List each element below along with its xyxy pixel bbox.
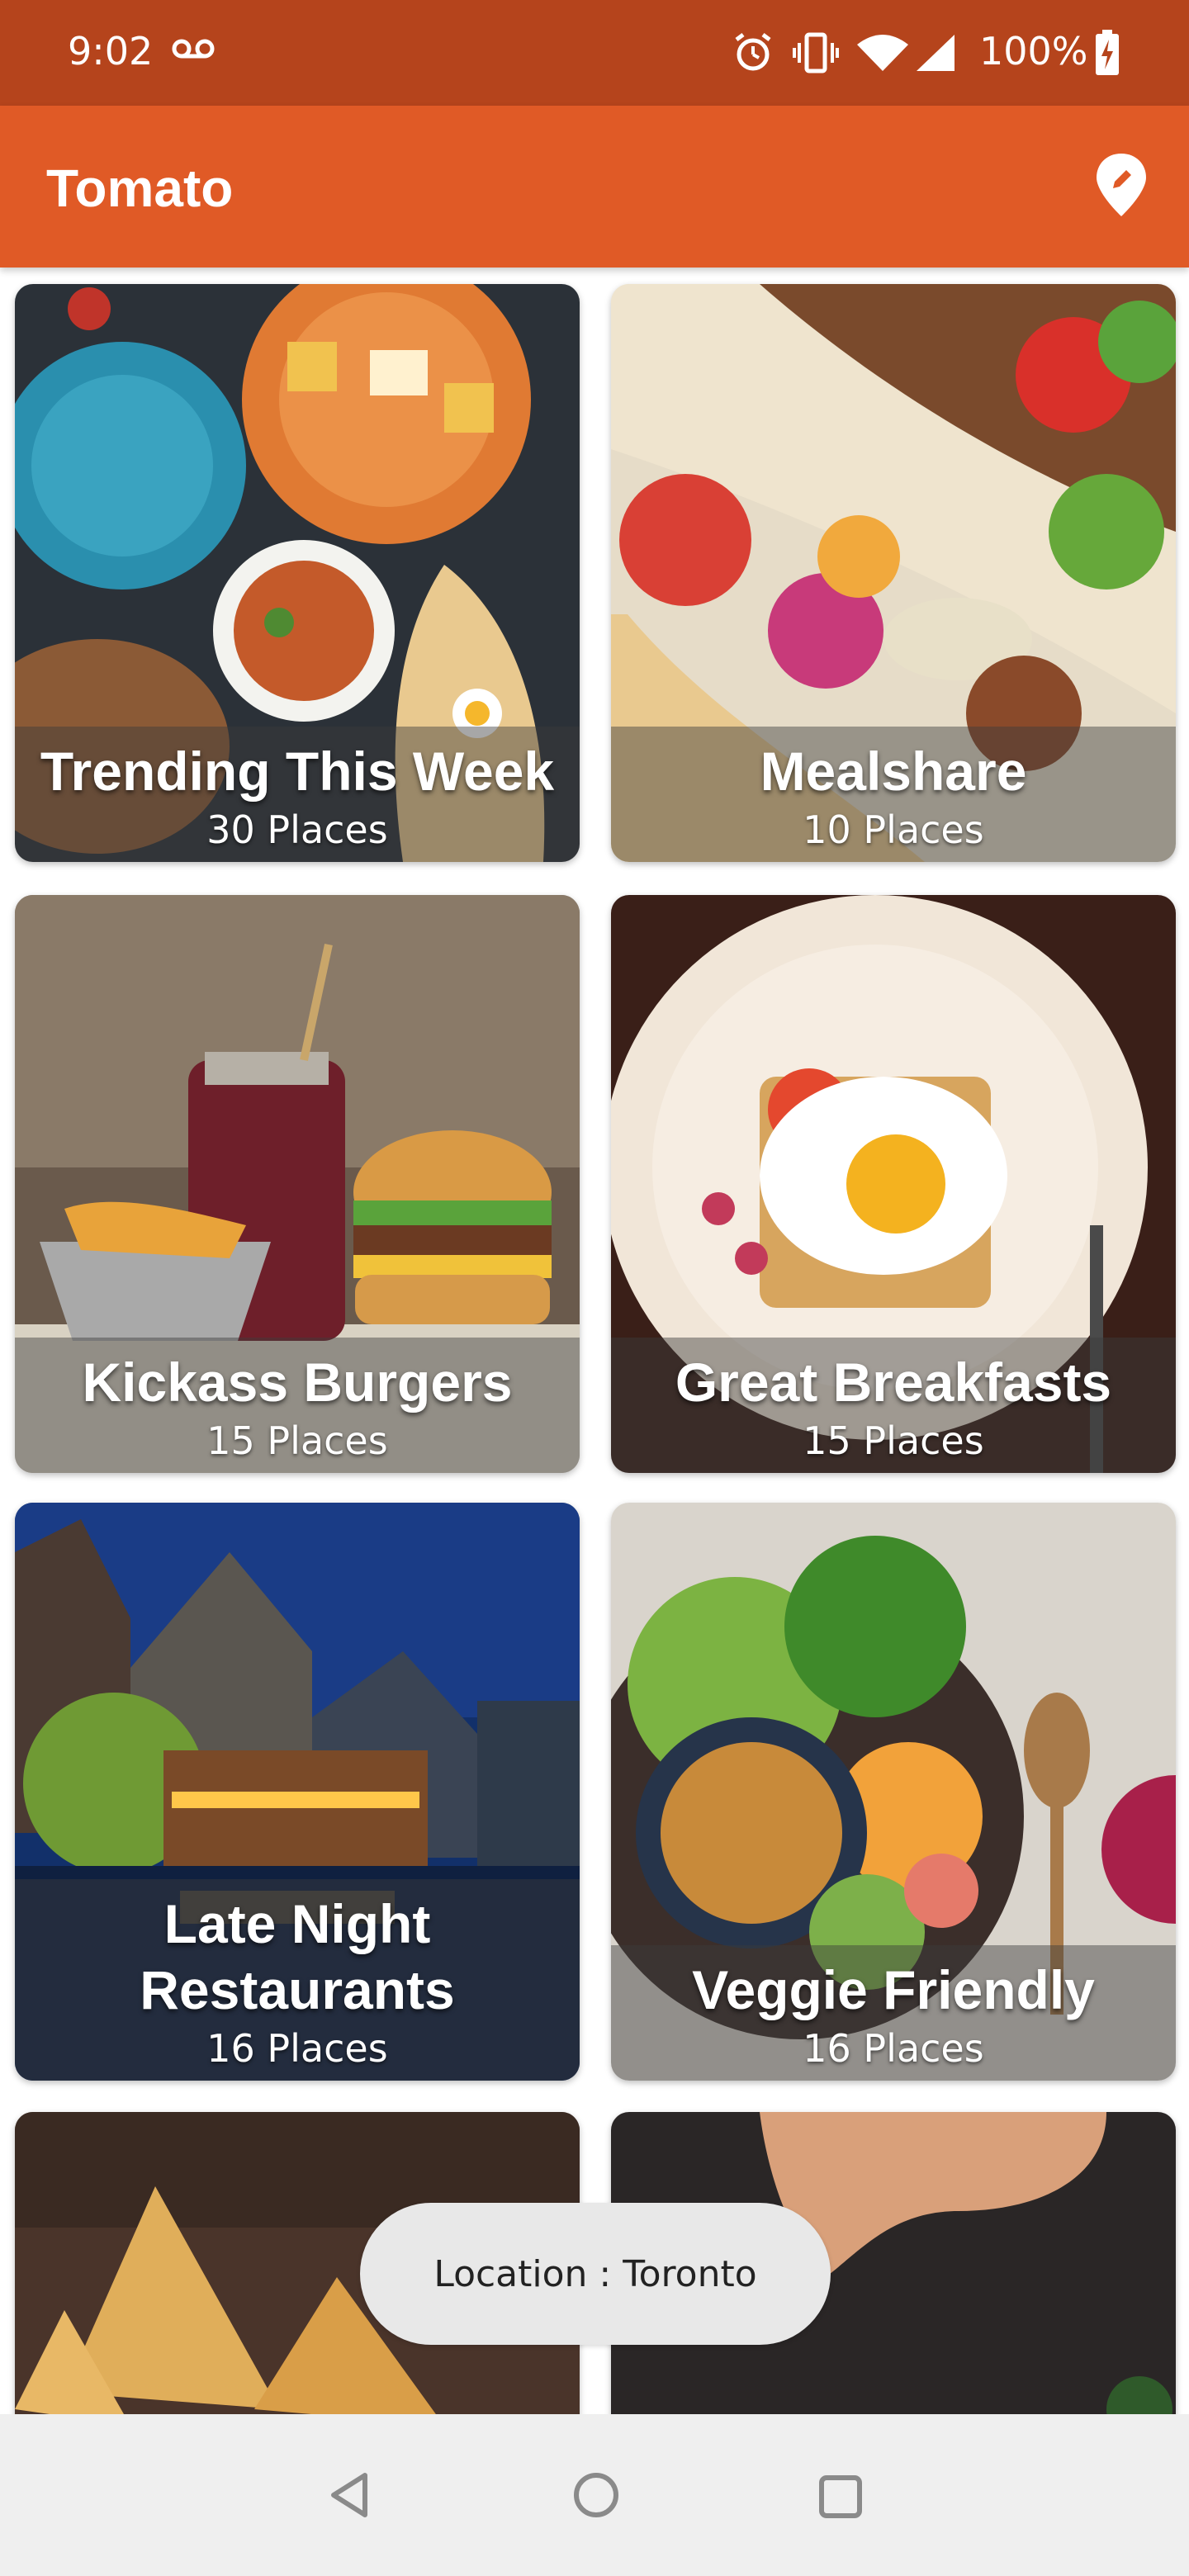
signal-icon [915,33,956,76]
collection-count: 15 Places [206,1418,388,1463]
status-bar: 9:02 100% [0,0,1189,106]
collection-caption: Mealshare 10 Places [611,727,1176,862]
app-bar: Tomato [0,106,1189,268]
collection-caption: Great Breakfasts 15 Places [611,1338,1176,1473]
collection-caption: Late Night Restaurants 16 Places [15,1879,580,2081]
collection-title: Late Night Restaurants [140,1893,455,2020]
collection-card-breakfasts[interactable]: Great Breakfasts 15 Places [611,895,1176,1473]
voicemail-icon [172,36,215,64]
collection-title: Kickass Burgers [82,1352,513,1413]
location-toast: Location : Toronto [360,2203,831,2345]
collection-title: Trending This Week [40,741,555,802]
collection-card-veggie[interactable]: Veggie Friendly 16 Places [611,1503,1176,2081]
collection-count: 10 Places [803,807,984,852]
collection-title: Great Breakfasts [675,1352,1112,1413]
recents-icon[interactable] [816,2472,865,2525]
collection-card-late-night[interactable]: Late Night Restaurants 16 Places [15,1503,580,2081]
collection-card-burgers[interactable]: Kickass Burgers 15 Places [15,895,580,1473]
navigation-bar [0,2414,1189,2576]
collection-card-mealshare[interactable]: Mealshare 10 Places [611,284,1176,862]
collection-count: 16 Places [206,2026,388,2071]
collection-caption: Veggie Friendly 16 Places [611,1945,1176,2081]
location-pin-icon[interactable] [1088,150,1154,220]
collection-count: 16 Places [803,2026,984,2071]
collections-grid: Trending This Week 30 Places Mealshare 1… [0,268,1189,2414]
battery-icon [1095,30,1120,79]
toast-text: Location : Toronto [433,2252,757,2295]
back-icon[interactable] [325,2469,378,2525]
wifi-icon [855,33,910,76]
collection-count: 15 Places [803,1418,984,1463]
alarm-icon [732,31,775,78]
collection-caption: Kickass Burgers 15 Places [15,1338,580,1473]
collection-title: Mealshare [760,741,1027,802]
home-icon[interactable] [570,2469,623,2525]
status-time: 9:02 [68,29,154,73]
collection-card-trending[interactable]: Trending This Week 30 Places [15,284,580,862]
battery-percent: 100% [979,29,1088,73]
collection-title: Veggie Friendly [692,1959,1095,2020]
vibrate-icon [793,30,839,79]
collection-caption: Trending This Week 30 Places [15,727,580,862]
app-title: Tomato [46,159,234,218]
collection-count: 30 Places [206,807,388,852]
